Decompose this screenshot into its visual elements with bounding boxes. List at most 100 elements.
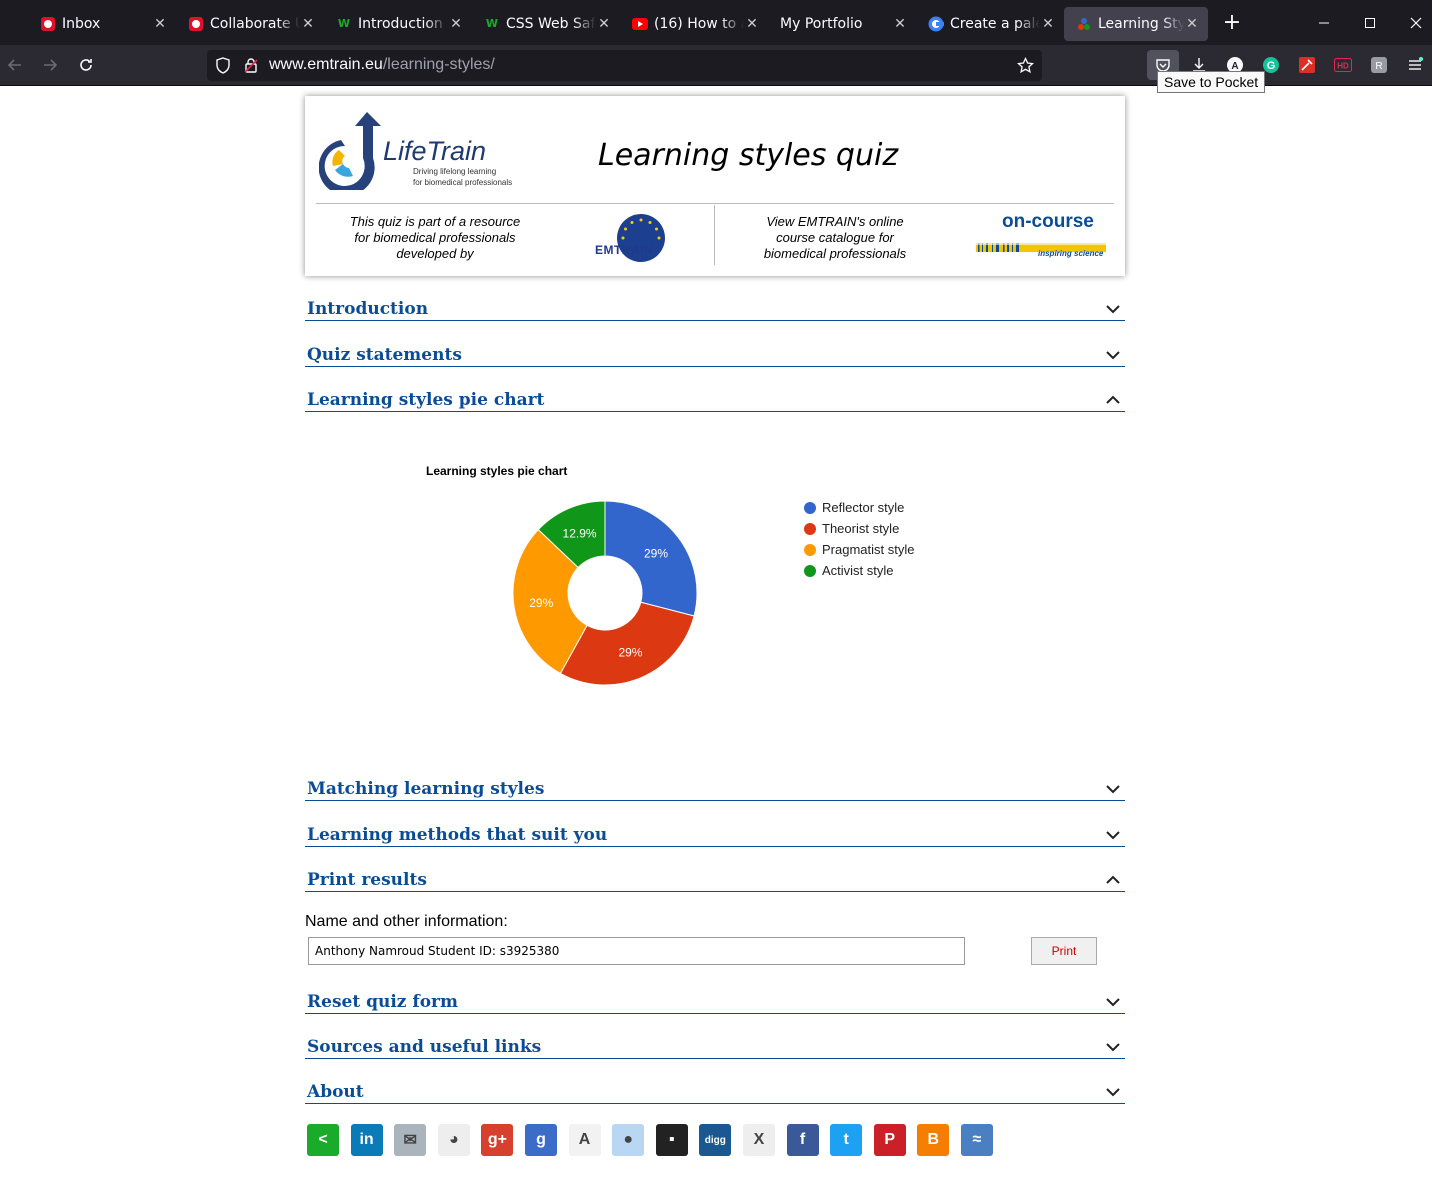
tab-title: CSS Web Safe — [506, 15, 596, 32]
close-icon[interactable]: ✕ — [1184, 16, 1200, 32]
bookmark-star-icon[interactable] — [1017, 56, 1034, 78]
slice-percent-label: 29% — [618, 645, 642, 659]
delicious-icon[interactable]: ▪ — [655, 1124, 688, 1156]
blogger-icon[interactable]: B — [917, 1124, 950, 1156]
linkedin-icon[interactable]: in — [350, 1124, 383, 1156]
close-icon[interactable]: ✕ — [448, 16, 464, 32]
section-introduction[interactable]: Introduction — [305, 285, 1125, 321]
maximize-button[interactable] — [1347, 0, 1393, 45]
minimize-button[interactable] — [1301, 0, 1347, 45]
reload-icon[interactable] — [76, 55, 96, 75]
lock-warning-icon[interactable] — [243, 57, 259, 78]
translate-icon[interactable]: A — [568, 1124, 601, 1156]
info-line: developed by — [396, 246, 474, 261]
info-line: View EMTRAIN's online — [766, 214, 904, 229]
section-print-results[interactable]: Print results — [305, 856, 1125, 892]
chevron-down-icon — [1106, 998, 1120, 1007]
info-line: for biomedical professionals — [354, 230, 516, 245]
chart-legend: Reflector style Theorist style Pragmatist … — [804, 497, 914, 581]
color-picker-icon[interactable] — [1298, 56, 1316, 74]
google-gmail-icon[interactable]: ◕ — [437, 1124, 470, 1156]
pie-slice-theorist-style[interactable] — [559, 601, 695, 686]
legend-item[interactable]: Reflector style — [804, 497, 914, 518]
tab-title: Collaborate U — [210, 15, 300, 32]
tab-create-palette[interactable]: Create a palet ✕ — [916, 7, 1064, 41]
section-reset[interactable]: Reset quiz form — [305, 978, 1125, 1014]
tab-title: Inbox — [62, 15, 101, 32]
legend-dot-icon — [804, 543, 816, 556]
forward-arrow-icon[interactable] — [40, 55, 60, 75]
section-sources[interactable]: Sources and useful links — [305, 1023, 1125, 1059]
xing-icon[interactable]: X — [742, 1124, 775, 1156]
info-line: biomedical professionals — [763, 246, 907, 261]
lifetrain-logo-icon — [318, 110, 389, 196]
close-icon[interactable]: ✕ — [1040, 16, 1056, 32]
section-label: Reset quiz form — [307, 992, 458, 1012]
legend-item[interactable]: Theorist style — [804, 518, 914, 539]
tab-portfolio[interactable]: My Portfolio ✕ — [768, 7, 916, 41]
new-tab-button[interactable]: + — [1222, 10, 1242, 35]
google-plus-icon[interactable]: g+ — [481, 1124, 514, 1156]
close-icon[interactable]: ✕ — [152, 16, 168, 32]
legend-label: Theorist style — [822, 521, 900, 536]
info-line: course catalogue for — [776, 230, 894, 245]
tab-inbox[interactable]: Inbox ✕ — [28, 7, 176, 41]
tab-title: (16) How to a — [654, 15, 744, 32]
email-icon[interactable]: ✉ — [394, 1124, 427, 1156]
divider — [714, 205, 715, 265]
info-line: This quiz is part of a resource — [349, 214, 521, 229]
shield-icon[interactable] — [215, 57, 231, 78]
tab-youtube[interactable]: (16) How to a ✕ — [620, 7, 768, 41]
google-icon[interactable]: g — [524, 1124, 557, 1156]
tab-introduction[interactable]: W Introduction t ✕ — [324, 7, 472, 41]
chevron-down-icon — [1106, 785, 1120, 794]
tab-collaborate[interactable]: Collaborate U ✕ — [176, 7, 324, 41]
chevron-down-icon — [1106, 1043, 1120, 1052]
url-host: www.emtrain.eu — [269, 56, 383, 73]
w-logo-icon: W — [337, 17, 351, 30]
section-label: Quiz statements — [307, 345, 462, 365]
chevron-down-icon — [1106, 351, 1120, 360]
address-bar[interactable]: www.emtrain.eu/learning-styles/ — [207, 50, 1042, 81]
back-arrow-icon[interactable] — [5, 55, 25, 75]
twitter-icon[interactable]: t — [830, 1124, 863, 1156]
pocket-tooltip: Save to Pocket — [1157, 71, 1266, 93]
chevron-down-icon — [1106, 831, 1120, 840]
section-matching[interactable]: Matching learning styles — [305, 765, 1125, 801]
legend-item[interactable]: Activist style — [804, 560, 914, 581]
hd-extension-icon[interactable]: HD — [1334, 56, 1352, 74]
name-info-input[interactable] — [308, 937, 965, 965]
section-pie-chart[interactable]: Learning styles pie chart — [305, 376, 1125, 412]
oncourse-tagline: inspiring science — [1038, 249, 1104, 258]
section-learning-methods[interactable]: Learning methods that suit you — [305, 811, 1125, 847]
logo-tagline: for biomedical professionals — [413, 178, 513, 187]
legend-item[interactable]: Pragmatist style — [804, 539, 914, 560]
emtrain-logo-text: EMTRAIN — [595, 243, 654, 257]
legend-label: Pragmatist style — [822, 542, 915, 557]
gray-extension-icon[interactable]: R — [1370, 56, 1388, 74]
tab-learning-styles[interactable]: Learning Style ✕ — [1064, 6, 1208, 41]
close-icon[interactable]: ✕ — [596, 16, 612, 32]
rss-icon[interactable]: ≈ — [960, 1124, 993, 1156]
digg-icon[interactable]: digg — [699, 1124, 732, 1156]
reddit-icon[interactable]: ● — [612, 1124, 645, 1156]
menu-icon[interactable] — [1406, 56, 1424, 74]
close-icon[interactable]: ✕ — [892, 16, 908, 32]
print-button[interactable]: Print — [1031, 937, 1097, 965]
section-label: Print results — [307, 870, 427, 890]
slice-percent-label: 29% — [644, 547, 668, 561]
section-about[interactable]: About — [305, 1068, 1125, 1104]
facebook-icon[interactable]: f — [786, 1124, 819, 1156]
close-icon[interactable]: ✕ — [744, 16, 760, 32]
close-window-button[interactable] — [1393, 0, 1432, 45]
share-icon[interactable]: < — [307, 1124, 339, 1156]
pinterest-icon[interactable]: P — [873, 1124, 906, 1156]
oncourse-logo-text[interactable]: on-course — [1002, 211, 1094, 233]
section-quiz-statements[interactable]: Quiz statements — [305, 331, 1125, 367]
close-icon[interactable]: ✕ — [300, 16, 316, 32]
emtrain-logo-icon[interactable] — [589, 212, 669, 270]
youtube-icon — [632, 16, 648, 32]
chevron-up-icon — [1106, 395, 1120, 404]
tab-css-web-safe[interactable]: W CSS Web Safe ✕ — [472, 7, 620, 41]
section-label: Matching learning styles — [307, 779, 545, 799]
